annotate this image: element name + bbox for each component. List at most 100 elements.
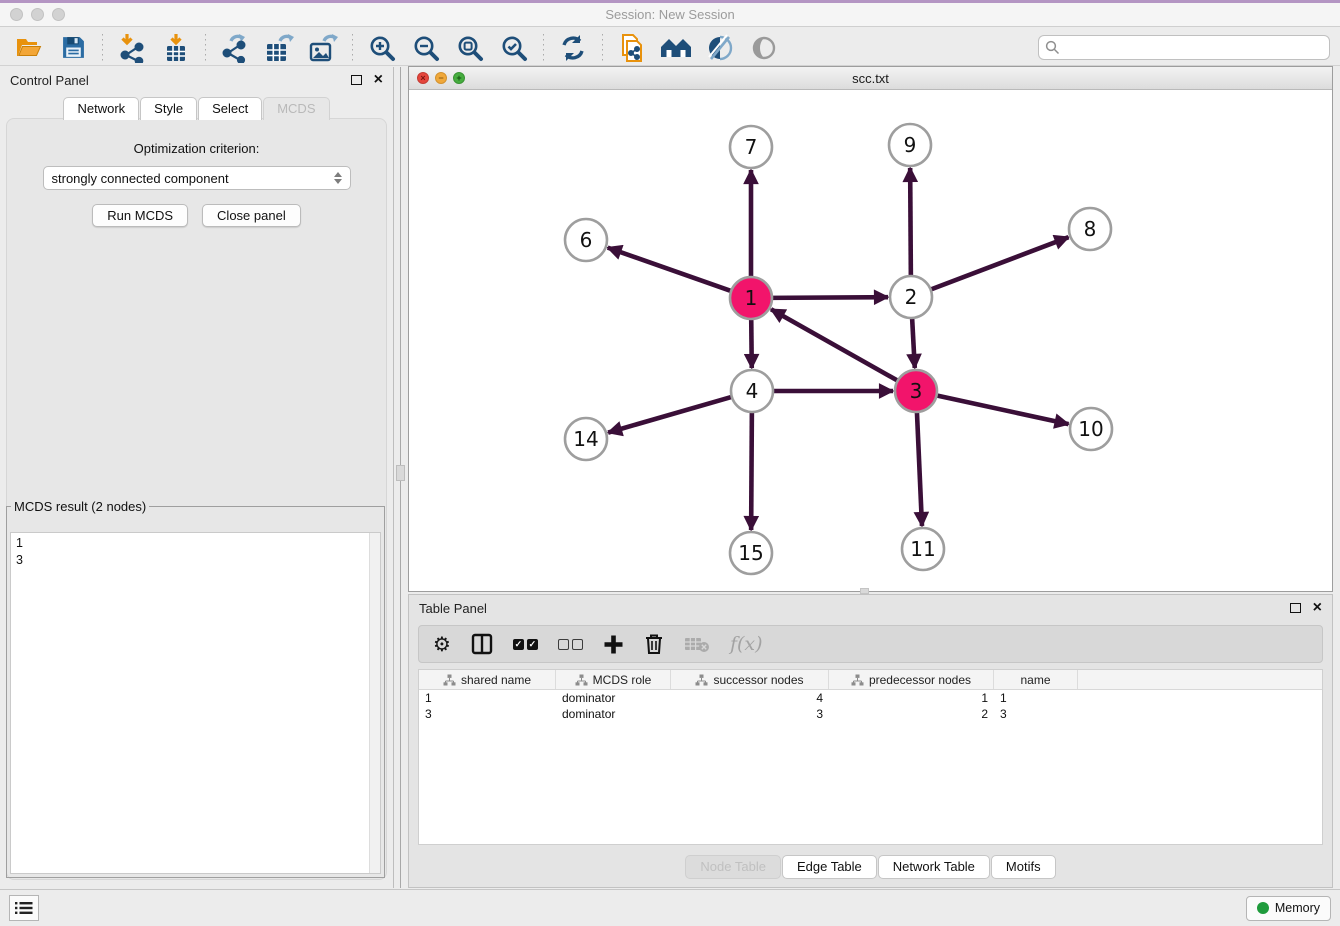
graph-edge-1-4[interactable] [751, 317, 752, 368]
zoom-out-button[interactable] [407, 32, 445, 64]
graph-node-label: 10 [1078, 417, 1103, 441]
table-tabs: Node Table Edge Table Network Table Moti… [409, 855, 1332, 879]
toolbar-separator [543, 34, 544, 62]
apply-function-button[interactable]: f(x) [730, 633, 763, 655]
zoom-in-button[interactable] [363, 32, 401, 64]
close-table-panel-icon[interactable]: × [1313, 600, 1322, 616]
checked-box-icon: ✓ [513, 639, 524, 650]
close-panel-button[interactable]: Close panel [202, 204, 301, 227]
tab-style[interactable]: Style [140, 97, 197, 120]
graph-edge-2-3[interactable] [912, 316, 915, 368]
toolbar-separator [352, 34, 353, 62]
task-history-button[interactable] [9, 895, 39, 921]
unchecked-box-icon [558, 639, 569, 650]
zoom-in-icon [368, 34, 396, 62]
graph-edge-3-11[interactable] [917, 410, 922, 526]
column-header[interactable]: name [994, 670, 1078, 689]
duplicate-network-button[interactable] [613, 32, 651, 64]
close-view-button[interactable]: × [417, 72, 429, 84]
toolbar-separator [102, 34, 103, 62]
trash-icon [644, 633, 664, 655]
houses-icon [660, 35, 692, 61]
tab-mcds[interactable]: MCDS [263, 97, 329, 120]
close-panel-icon[interactable]: × [374, 72, 383, 88]
vertical-splitter[interactable] [394, 67, 408, 888]
minimize-view-button[interactable]: − [435, 72, 447, 84]
graph-edge-3-1[interactable] [771, 309, 899, 381]
graphics-details-button[interactable] [701, 32, 739, 64]
zoom-fit-button[interactable] [451, 32, 489, 64]
main-toolbar [0, 30, 1340, 66]
unchecked-box-icon [572, 639, 583, 650]
network-canvas[interactable]: 1234678910111415 [409, 90, 1332, 591]
mcds-result-group: MCDS result (2 nodes) 1 3 [6, 499, 385, 878]
column-header[interactable]: MCDS role [556, 670, 671, 689]
column-header[interactable]: successor nodes [671, 670, 829, 689]
table-settings-button[interactable]: ⚙ [433, 632, 451, 656]
graph-edge-4-15[interactable] [751, 410, 752, 530]
graph-node-label: 2 [905, 285, 918, 309]
float-table-panel-icon[interactable] [1290, 603, 1301, 613]
maximize-view-button[interactable]: + [453, 72, 465, 84]
refresh-layout-button[interactable] [554, 32, 592, 64]
graph-edge-2-8[interactable] [929, 237, 1069, 290]
show-hide-panels-button[interactable] [745, 32, 783, 64]
column-header[interactable]: predecessor nodes [829, 670, 994, 689]
export-image-button[interactable] [304, 32, 342, 64]
open-session-button[interactable] [10, 32, 48, 64]
run-mcds-button[interactable]: Run MCDS [92, 204, 188, 227]
tab-node-table[interactable]: Node Table [685, 855, 781, 879]
result-scrollbar[interactable] [369, 533, 380, 873]
mcds-result-text[interactable]: 1 3 [10, 532, 381, 874]
graph-edge-4-14[interactable] [608, 396, 734, 432]
table-panel: Table Panel × ⚙ ✓ ✓ f(x) [408, 594, 1333, 888]
import-network-button[interactable] [113, 32, 151, 64]
search-input[interactable] [1064, 41, 1323, 55]
import-table-button[interactable] [157, 32, 195, 64]
table-row[interactable]: 3 dominator 3 2 3 [419, 706, 1322, 722]
control-panel-header: Control Panel × [0, 67, 393, 93]
search-field[interactable] [1038, 35, 1330, 60]
search-icon [1045, 40, 1060, 55]
column-layout-button[interactable] [471, 633, 493, 655]
graph-edge-1-6[interactable] [608, 248, 733, 292]
export-network-button[interactable] [216, 32, 254, 64]
tab-network-table[interactable]: Network Table [878, 855, 990, 879]
refresh-icon [559, 34, 587, 62]
result-line: 1 [16, 535, 375, 552]
memory-button[interactable]: Memory [1246, 896, 1331, 921]
deselect-all-button[interactable] [558, 639, 583, 650]
select-all-button[interactable]: ✓ ✓ [513, 639, 538, 650]
graph-edge-2-9[interactable] [910, 168, 911, 278]
tab-edge-table[interactable]: Edge Table [782, 855, 877, 879]
duplicate-network-icon [618, 33, 646, 63]
window-title: Session: New Session [0, 7, 1340, 22]
graph-node-label: 8 [1084, 217, 1097, 241]
export-table-icon [264, 33, 294, 63]
save-session-button[interactable] [54, 32, 92, 64]
list-icon [15, 901, 33, 915]
table-row[interactable]: 1 dominator 4 1 1 [419, 690, 1322, 706]
add-column-button[interactable] [603, 634, 624, 655]
node-table[interactable]: shared name MCDS role successor nodes pr… [418, 669, 1323, 845]
home-button[interactable] [657, 32, 695, 64]
open-folder-icon [15, 36, 43, 60]
table-panel-header: Table Panel × [409, 595, 1332, 621]
optimization-criterion-select[interactable]: strongly connected component [43, 166, 351, 190]
tab-select[interactable]: Select [198, 97, 262, 120]
network-graph: 1234678910111415 [409, 90, 1332, 591]
graph-edge-3-10[interactable] [935, 395, 1069, 424]
graph-edge-1-2[interactable] [770, 297, 888, 298]
zoom-selected-button[interactable] [495, 32, 533, 64]
tab-motifs[interactable]: Motifs [991, 855, 1056, 879]
tab-network[interactable]: Network [63, 97, 139, 120]
network-window-titlebar[interactable]: scc.txt × − + [409, 67, 1332, 90]
delete-column-button[interactable] [644, 633, 664, 655]
export-table-button[interactable] [260, 32, 298, 64]
network-view-window: scc.txt × − + 1234678910111415 [408, 66, 1333, 592]
column-header[interactable]: shared name [419, 670, 556, 689]
save-icon [61, 35, 86, 60]
splitter-grip[interactable] [396, 465, 405, 481]
float-panel-icon[interactable] [351, 75, 362, 85]
delete-table-button[interactable] [684, 635, 710, 653]
